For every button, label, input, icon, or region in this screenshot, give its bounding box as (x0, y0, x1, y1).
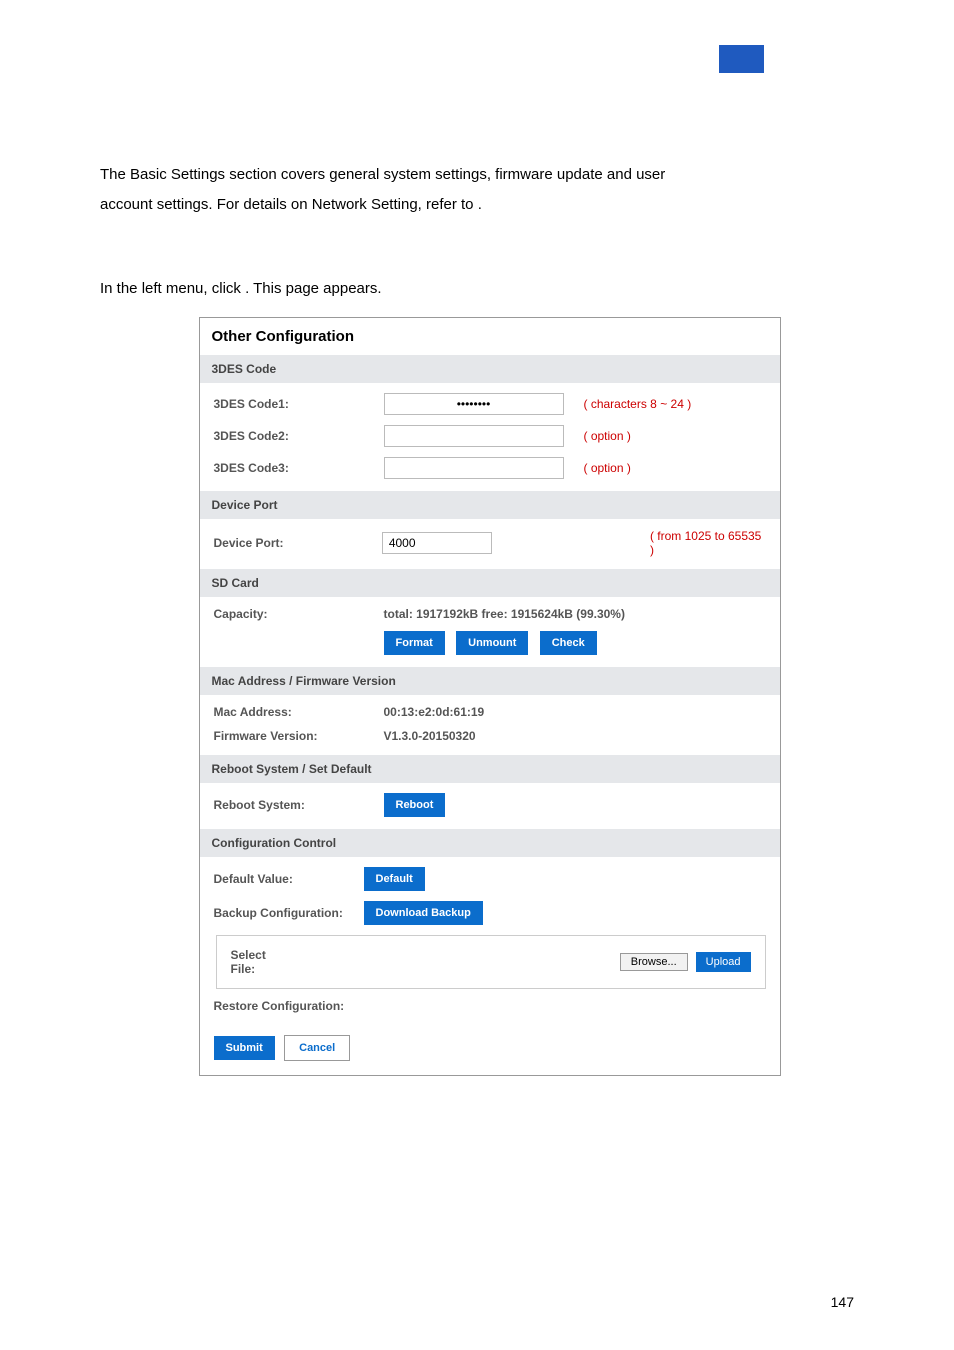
device-port-note: ( from 1025 to 65535 ) (650, 529, 768, 557)
download-backup-button[interactable]: Download Backup (364, 901, 483, 925)
section-3des-header: 3DES Code (200, 355, 780, 383)
3des-code3-note: ( option ) (584, 461, 631, 475)
instruction-b: . This page appears. (245, 280, 381, 297)
device-port-label: Device Port: (214, 536, 382, 550)
select-file-label: Select File: (231, 948, 291, 976)
backup-config-label: Backup Configuration: (214, 906, 364, 920)
3des-code3-label: 3DES Code3: (214, 461, 384, 475)
intro-line2a: account settings. For details on Network… (100, 196, 478, 213)
check-button[interactable]: Check (540, 631, 597, 655)
default-button[interactable]: Default (364, 867, 425, 891)
3des-code3-input[interactable] (384, 457, 564, 479)
reboot-system-label: Reboot System: (214, 798, 384, 812)
decorative-square (719, 45, 764, 73)
capacity-info: total: 1917192kB free: 1915624kB (99.30%… (384, 607, 768, 621)
intro-line2b: . (478, 196, 482, 213)
section-sd-header: SD Card (200, 569, 780, 597)
firmware-version-value: V1.3.0-20150320 (384, 729, 476, 743)
browse-button[interactable]: Browse... (620, 953, 688, 971)
capacity-label: Capacity: (214, 607, 384, 621)
submit-button[interactable]: Submit (214, 1036, 275, 1060)
instruction-a: In the left menu, click (100, 280, 245, 297)
instruction-line: In the left menu, click . This page appe… (100, 280, 879, 297)
intro-line1: The Basic Settings section covers genera… (100, 166, 665, 183)
unmount-button[interactable]: Unmount (456, 631, 528, 655)
section-port-header: Device Port (200, 491, 780, 519)
3des-code1-label: 3DES Code1: (214, 397, 384, 411)
mac-address-label: Mac Address: (214, 705, 384, 719)
section-mac-header: Mac Address / Firmware Version (200, 667, 780, 695)
reboot-button[interactable]: Reboot (384, 793, 446, 817)
cancel-button[interactable]: Cancel (284, 1035, 350, 1061)
mac-address-value: 00:13:e2:0d:61:19 (384, 705, 485, 719)
panel-title: Other Configuration (200, 318, 780, 355)
restore-config-label: Restore Configuration: (214, 999, 364, 1013)
section-reboot-header: Reboot System / Set Default (200, 755, 780, 783)
3des-code2-note: ( option ) (584, 429, 631, 443)
upload-button[interactable]: Upload (696, 952, 751, 972)
3des-code1-note: ( characters 8 ~ 24 ) (584, 397, 692, 411)
format-button[interactable]: Format (384, 631, 445, 655)
section-config-header: Configuration Control (200, 829, 780, 857)
intro-paragraph: The Basic Settings section covers genera… (100, 160, 879, 220)
page-number: 147 (831, 1294, 854, 1310)
3des-code1-input[interactable] (384, 393, 564, 415)
device-port-input[interactable] (382, 532, 492, 554)
firmware-version-label: Firmware Version: (214, 729, 384, 743)
other-configuration-panel: Other Configuration 3DES Code 3DES Code1… (199, 317, 781, 1076)
3des-code2-input[interactable] (384, 425, 564, 447)
restore-file-box: Select File: Browse... Upload (216, 935, 766, 989)
3des-code2-label: 3DES Code2: (214, 429, 384, 443)
default-value-label: Default Value: (214, 872, 364, 886)
